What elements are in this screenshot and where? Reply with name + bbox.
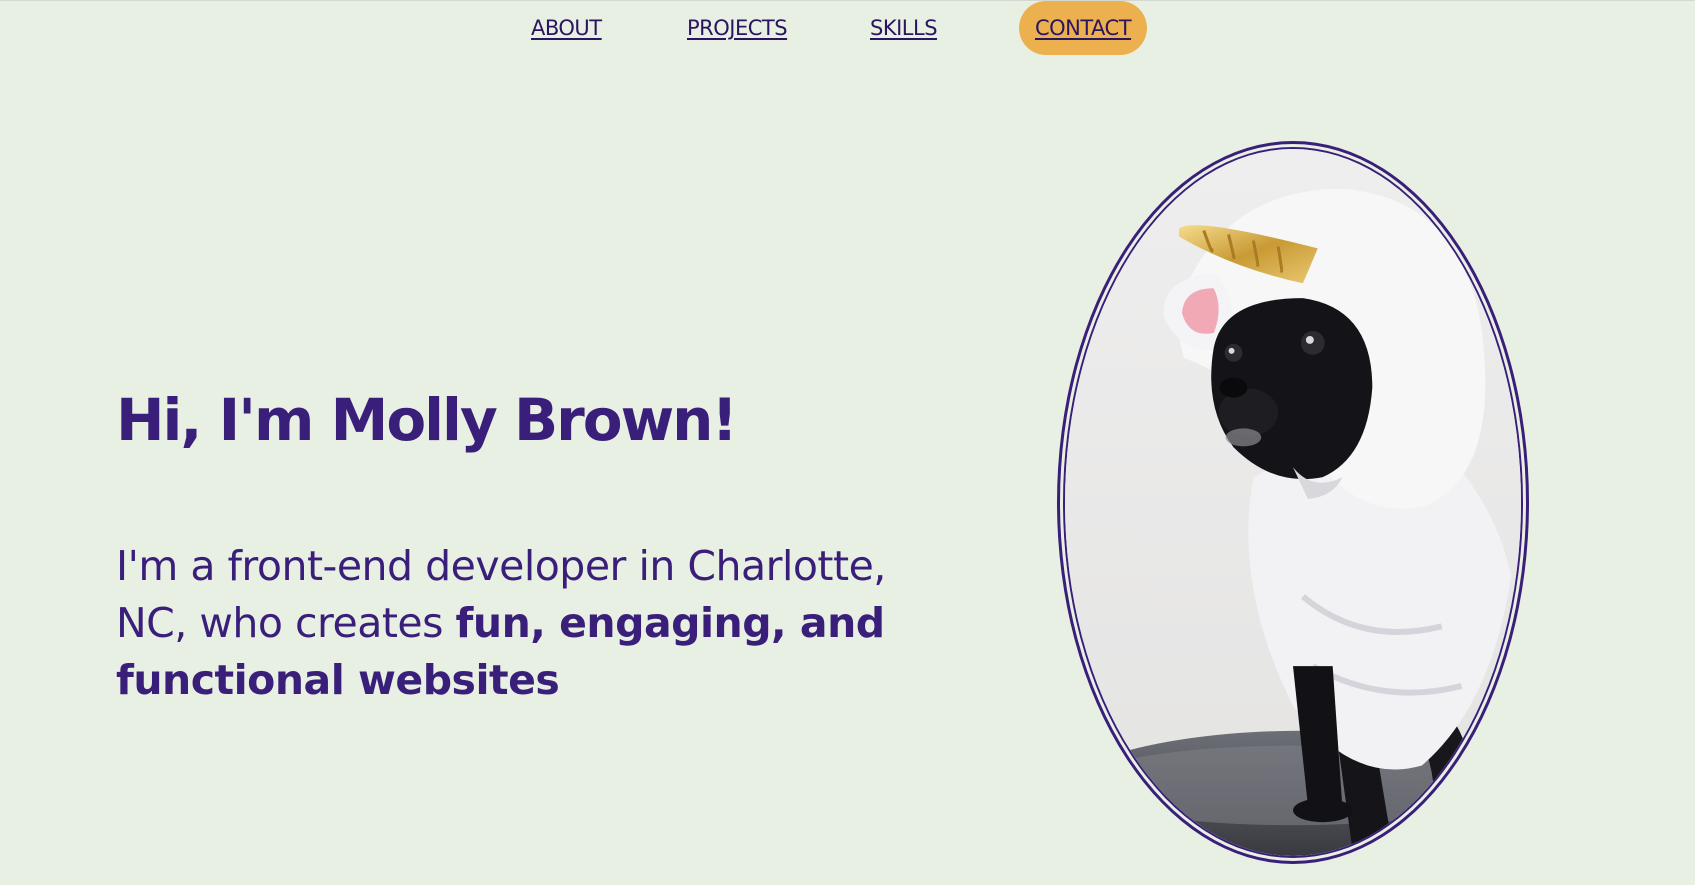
nav-contact-link[interactable]: CONTACT xyxy=(1019,1,1147,55)
hero-headline: Hi, I'm Molly Brown! xyxy=(116,386,738,454)
dog-unicorn-illustration xyxy=(1065,149,1521,856)
nav-projects-link[interactable]: PROJECTS xyxy=(687,14,788,42)
nav-about-link[interactable]: ABOUT xyxy=(531,14,602,42)
nav-skills-link[interactable]: SKILLS xyxy=(870,14,938,42)
hero-intro: I'm a front-end developer in Charlotte, … xyxy=(116,538,916,709)
profile-photo xyxy=(1063,147,1523,858)
main-nav: ABOUT PROJECTS SKILLS CONTACT xyxy=(0,0,1695,60)
profile-photo-frame xyxy=(1057,141,1529,864)
